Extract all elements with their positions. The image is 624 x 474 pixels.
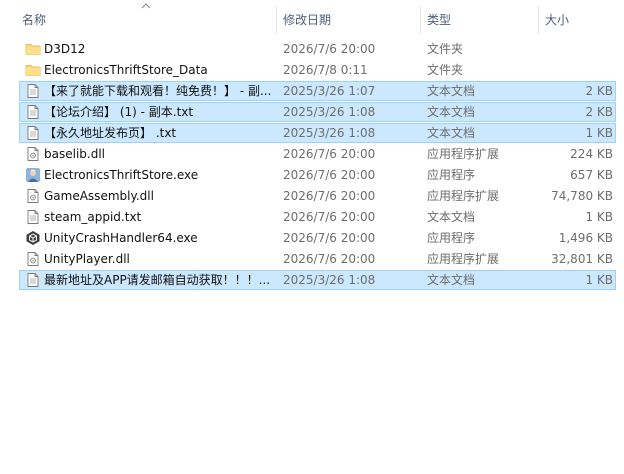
column-header-date[interactable]: 修改日期: [283, 13, 331, 27]
file-size: 1 KB: [585, 273, 613, 287]
file-name: UnityCrashHandler64.exe: [44, 231, 198, 245]
file-row[interactable]: ElectronicsThriftStore_Data 2026/7/8 0:11…: [19, 60, 616, 80]
file-modified-date: 2025/3/26 1:08: [283, 273, 376, 287]
file-size: 1 KB: [585, 126, 613, 140]
file-type: 文本文档: [427, 105, 476, 119]
folder-icon: [25, 41, 41, 57]
file-type: 应用程序扩展: [427, 252, 500, 266]
file-name: ElectronicsThriftStore.exe: [44, 168, 199, 182]
file-modified-date: 2025/3/26 1:08: [283, 105, 376, 119]
file-size: 224 KB: [570, 147, 613, 161]
sort-ascending-icon: [140, 2, 152, 10]
column-header-type[interactable]: 类型: [427, 13, 451, 27]
file-modified-date: 2026/7/6 20:00: [283, 168, 376, 182]
file-name: GameAssembly.dll: [44, 189, 154, 203]
file-modified-date: 2026/7/6 20:00: [283, 42, 376, 56]
dll-file-icon: [25, 188, 41, 204]
column-header-bar: 名称 修改日期 类型 大小: [0, 0, 624, 38]
file-row[interactable]: UnityPlayer.dll 2026/7/6 20:00 应用程序扩展 32,80…: [19, 249, 616, 269]
file-type: 文本文档: [427, 126, 476, 140]
file-size: [540, 40, 613, 58]
dll-file-icon: [25, 146, 41, 162]
file-row[interactable]: 【永久地址发布页】 .txt 2025/3/26 1:08 文本文档 1 KB: [19, 123, 616, 143]
file-type: 应用程序: [427, 168, 476, 182]
file-row[interactable]: D3D12 2026/7/6 20:00 文件夹: [19, 39, 616, 59]
file-size: 32,801 KB: [551, 252, 613, 266]
text-file-icon: [25, 209, 41, 225]
column-divider[interactable]: [276, 6, 277, 34]
file-row[interactable]: 最新地址及APP请发邮箱自动获取！！！... 2025/3/26 1:08 文本文档…: [19, 270, 616, 290]
file-row[interactable]: GameAssembly.dll 2026/7/6 20:00 应用程序扩展 74,7…: [19, 186, 616, 206]
text-file-icon: [25, 83, 41, 99]
file-modified-date: 2026/7/6 20:00: [283, 252, 376, 266]
column-header-size[interactable]: 大小: [545, 13, 569, 27]
dll-file-icon: [25, 251, 41, 267]
file-name: 【论坛介绍】 (1) - 副本.txt: [44, 105, 194, 119]
file-modified-date: 2026/7/8 0:11: [283, 63, 368, 77]
file-row[interactable]: baselib.dll 2026/7/6 20:00 应用程序扩展 224 KB: [19, 144, 616, 164]
file-type: 文件夹: [427, 63, 464, 77]
file-name: 最新地址及APP请发邮箱自动获取！！！...: [44, 273, 271, 287]
file-name: 【永久地址发布页】 .txt: [44, 126, 177, 140]
file-modified-date: 2026/7/6 20:00: [283, 210, 376, 224]
text-file-icon: [25, 104, 41, 120]
file-type: 应用程序扩展: [427, 147, 500, 161]
file-size: 657 KB: [570, 168, 613, 182]
folder-icon: [25, 62, 41, 78]
file-modified-date: 2025/3/26 1:07: [283, 84, 376, 98]
file-modified-date: 2025/3/26 1:08: [283, 126, 376, 140]
unity-app-icon: [25, 230, 41, 246]
file-type: 文本文档: [427, 84, 476, 98]
file-name: ElectronicsThriftStore_Data: [44, 63, 208, 77]
file-name: 【来了就能下载和观看！纯免费！】 - 副...: [44, 84, 272, 98]
file-type: 文本文档: [427, 273, 476, 287]
file-modified-date: 2026/7/6 20:00: [283, 231, 376, 245]
column-divider[interactable]: [538, 6, 539, 34]
file-row[interactable]: ElectronicsThriftStore.exe 2026/7/6 20:00…: [19, 165, 616, 185]
file-size: [540, 61, 613, 79]
column-divider[interactable]: [420, 6, 421, 34]
file-row[interactable]: UnityCrashHandler64.exe 2026/7/6 20:00 应用程…: [19, 228, 616, 248]
file-modified-date: 2026/7/6 20:00: [283, 147, 376, 161]
file-size: 2 KB: [585, 84, 613, 98]
file-type: 文本文档: [427, 210, 476, 224]
file-row[interactable]: 【来了就能下载和观看！纯免费！】 - 副... 2025/3/26 1:07 文本文…: [19, 81, 616, 101]
file-name: D3D12: [44, 42, 86, 56]
file-row[interactable]: 【论坛介绍】 (1) - 副本.txt 2025/3/26 1:08 文本文档 2 K…: [19, 102, 616, 122]
file-name: baselib.dll: [44, 147, 105, 161]
file-name: UnityPlayer.dll: [44, 252, 130, 266]
file-type: 应用程序: [427, 231, 476, 245]
file-modified-date: 2026/7/6 20:00: [283, 189, 376, 203]
file-size: 1 KB: [585, 210, 613, 224]
game-app-icon: [25, 167, 41, 183]
file-type: 应用程序扩展: [427, 189, 500, 203]
column-header-name[interactable]: 名称: [22, 13, 46, 27]
file-name: steam_appid.txt: [44, 210, 142, 224]
file-row[interactable]: steam_appid.txt 2026/7/6 20:00 文本文档 1 KB: [19, 207, 616, 227]
file-size: 74,780 KB: [551, 189, 613, 203]
file-size: 2 KB: [585, 105, 613, 119]
file-type: 文件夹: [427, 42, 464, 56]
file-size: 1,496 KB: [558, 231, 613, 245]
text-file-icon: [25, 272, 41, 288]
text-file-icon: [25, 125, 41, 141]
